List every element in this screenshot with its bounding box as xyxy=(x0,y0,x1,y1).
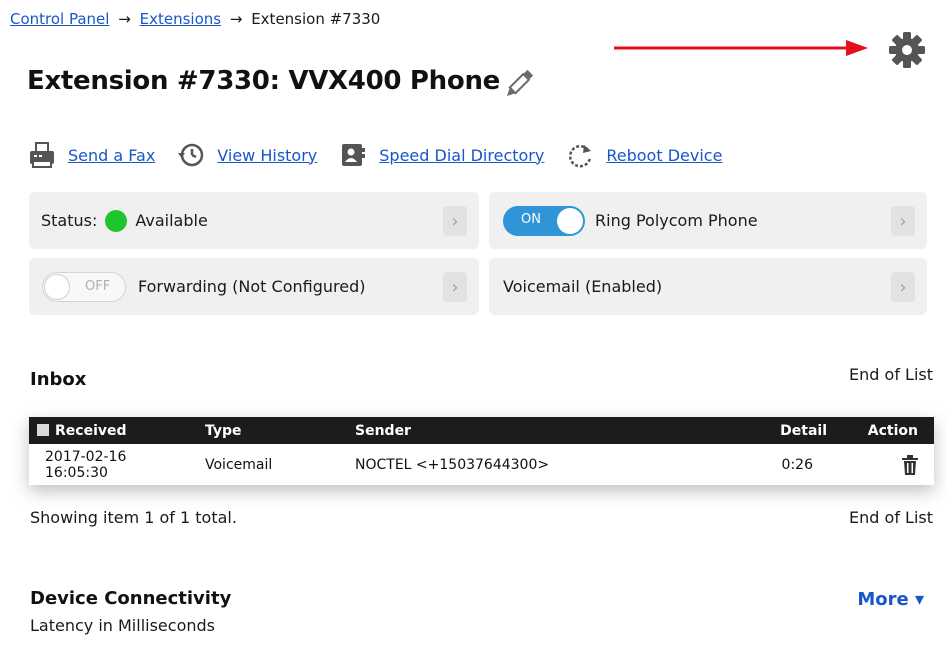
showing-count: Showing item 1 of 1 total. xyxy=(30,508,237,527)
reboot-icon xyxy=(569,145,592,168)
column-received[interactable]: Received xyxy=(29,417,197,444)
toggle-knob xyxy=(44,273,70,300)
forwarding-card[interactable]: OFF Forwarding (Not Configured) › xyxy=(29,258,479,315)
inbox-title: Inbox xyxy=(30,369,87,390)
speed-dial-action[interactable]: Speed Dial Directory xyxy=(339,141,544,169)
cell-sender: NOCTEL <+15037644300> xyxy=(355,456,550,473)
reboot-device-action[interactable]: Reboot Device xyxy=(566,141,722,169)
connectivity-title: Device Connectivity xyxy=(30,588,232,609)
table-header-row: Received Type Sender Detail Action xyxy=(29,417,934,444)
breadcrumb-separator: → xyxy=(118,10,131,28)
breadcrumb-separator: → xyxy=(229,10,243,28)
status-indicator xyxy=(105,209,128,232)
cell-received: 2017-02-16 16:05:30 xyxy=(45,448,127,481)
status-card[interactable]: Status: Available › xyxy=(29,192,479,249)
breadcrumb-extensions[interactable]: Extensions xyxy=(140,10,221,28)
cell-type: Voicemail xyxy=(205,456,273,473)
status-value: Available xyxy=(135,211,208,230)
end-of-list-bottom: End of List xyxy=(849,508,933,527)
forwarding-label: Forwarding (Not Configured) xyxy=(138,277,366,296)
toggle-knob xyxy=(557,207,583,234)
connectivity-subtitle: Latency in Milliseconds xyxy=(30,616,215,635)
speed-dial-link[interactable]: Speed Dial Directory xyxy=(379,146,544,165)
cell-action xyxy=(847,444,934,485)
voicemail-card[interactable]: Voicemail (Enabled) › xyxy=(489,258,927,315)
ring-phone-card[interactable]: ON Ring Polycom Phone › xyxy=(489,192,927,249)
red-arrow xyxy=(614,40,868,56)
directory-icon xyxy=(342,144,366,166)
ring-label: Ring Polycom Phone xyxy=(595,211,758,230)
page-title: Extension #7330: VVX400 Phone xyxy=(27,66,500,96)
breadcrumb-control-panel[interactable]: Control Panel xyxy=(10,10,109,28)
column-sender[interactable]: Sender xyxy=(347,417,737,444)
toggle-on-label: ON xyxy=(521,211,541,227)
send-fax-action[interactable]: Send a Fax xyxy=(28,141,155,169)
gear-icon[interactable] xyxy=(888,31,926,69)
breadcrumb-current: Extension #7330 xyxy=(251,10,381,28)
ring-toggle[interactable]: ON xyxy=(503,205,585,236)
chevron-right-icon[interactable]: › xyxy=(891,206,915,236)
table-row[interactable]: 2017-02-16 16:05:30 Voicemail NOCTEL <+1… xyxy=(29,444,934,485)
toggle-off-label: OFF xyxy=(85,278,111,294)
action-bar: Send a Fax View History Speed Dial Direc… xyxy=(28,140,744,170)
pencil-icon[interactable] xyxy=(502,66,536,102)
inbox-table: Received Type Sender Detail Action 2017-… xyxy=(29,417,934,485)
select-all-checkbox[interactable] xyxy=(37,423,49,436)
column-detail[interactable]: Detail xyxy=(737,417,847,444)
cell-detail: 0:26 xyxy=(781,456,813,473)
breadcrumb: Control Panel → Extensions → Extension #… xyxy=(10,10,380,28)
trash-icon[interactable] xyxy=(902,454,918,475)
chevron-right-icon[interactable]: › xyxy=(443,206,467,236)
fax-icon xyxy=(30,142,54,168)
forwarding-toggle[interactable]: OFF xyxy=(42,271,126,302)
history-icon xyxy=(178,143,204,167)
column-type[interactable]: Type xyxy=(197,417,347,444)
reboot-device-link[interactable]: Reboot Device xyxy=(606,146,722,165)
send-fax-link[interactable]: Send a Fax xyxy=(68,146,155,165)
view-history-link[interactable]: View History xyxy=(217,146,317,165)
column-action: Action xyxy=(867,422,918,439)
more-dropdown[interactable]: More ▾ xyxy=(857,589,924,610)
status-label: Status: xyxy=(41,211,98,230)
chevron-right-icon[interactable]: › xyxy=(891,272,915,302)
voicemail-label: Voicemail (Enabled) xyxy=(503,277,663,296)
end-of-list-top: End of List xyxy=(849,365,933,384)
chevron-right-icon[interactable]: › xyxy=(443,272,467,302)
view-history-action[interactable]: View History xyxy=(177,141,317,169)
